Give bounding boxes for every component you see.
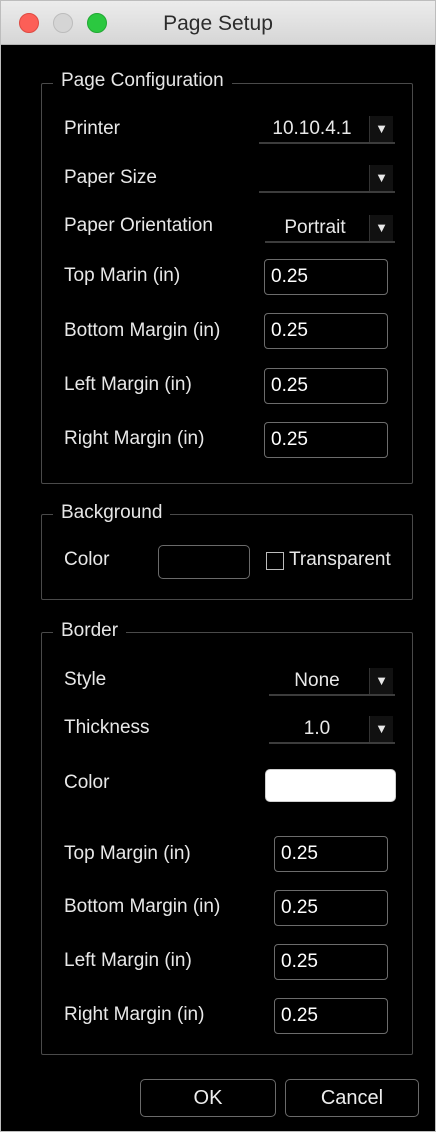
top-margin-field[interactable]: 0.25 — [264, 259, 388, 295]
right-margin-label: Right Margin (in) — [64, 428, 205, 449]
bottom-margin-label: Bottom Margin (in) — [64, 320, 221, 341]
border-left-margin-field[interactable]: 0.25 — [274, 944, 388, 980]
transparent-label: Transparent — [289, 549, 391, 570]
paper-size-label: Paper Size — [64, 167, 157, 188]
border-right-margin-label: Right Margin (in) — [64, 1004, 205, 1025]
border-bottom-margin-field[interactable]: 0.25 — [274, 890, 388, 926]
border-left-margin-label: Left Margin (in) — [64, 950, 192, 971]
paper-orientation-value: Portrait — [284, 217, 346, 238]
window-title: Page Setup — [163, 12, 273, 35]
page-configuration-legend: Page Configuration — [53, 70, 232, 92]
chevron-down-icon[interactable]: ▼ — [369, 215, 393, 241]
chevron-down-icon[interactable]: ▼ — [369, 116, 393, 142]
border-bottom-margin-label: Bottom Margin (in) — [64, 896, 221, 917]
chevron-down-icon[interactable]: ▼ — [369, 716, 393, 742]
title-bar: Page Setup — [1, 1, 435, 45]
printer-value: 10.10.4.1 — [272, 118, 352, 139]
background-color-label: Color — [64, 549, 110, 570]
border-thickness-label: Thickness — [64, 717, 150, 738]
printer-dropdown[interactable]: 10.10.4.1 ▼ — [259, 114, 395, 144]
border-color-swatch[interactable] — [265, 769, 396, 802]
paper-orientation-label: Paper Orientation — [64, 215, 213, 236]
chevron-down-icon[interactable]: ▼ — [369, 668, 393, 694]
left-margin-label: Left Margin (in) — [64, 374, 192, 395]
border-right-margin-field[interactable]: 0.25 — [274, 998, 388, 1034]
background-legend: Background — [53, 502, 171, 524]
border-style-label: Style — [64, 669, 107, 690]
border-thickness-dropdown[interactable]: 1.0 ▼ — [269, 714, 395, 744]
left-margin-field[interactable]: 0.25 — [264, 368, 388, 404]
paper-orientation-dropdown[interactable]: Portrait ▼ — [265, 213, 395, 243]
chevron-down-icon[interactable]: ▼ — [369, 165, 393, 191]
border-thickness-value: 1.0 — [303, 718, 331, 739]
transparent-checkbox[interactable] — [266, 552, 284, 570]
paper-size-dropdown[interactable]: ▼ — [259, 163, 395, 193]
background-color-swatch[interactable] — [158, 545, 250, 579]
border-legend: Border — [53, 620, 127, 642]
border-color-label: Color — [64, 772, 110, 793]
ok-button[interactable]: OK — [140, 1079, 276, 1117]
border-style-dropdown[interactable]: None ▼ — [269, 666, 395, 696]
border-top-margin-label: Top Margin (in) — [64, 843, 191, 864]
top-margin-label: Top Marin (in) — [64, 265, 181, 286]
border-style-value: None — [294, 670, 340, 691]
printer-label: Printer — [64, 118, 120, 139]
border-top-margin-field[interactable]: 0.25 — [274, 836, 388, 872]
bottom-margin-field[interactable]: 0.25 — [264, 313, 388, 349]
page-setup-window: Page Setup Page Configuration Printer 10… — [0, 0, 436, 1132]
right-margin-field[interactable]: 0.25 — [264, 422, 388, 458]
cancel-button[interactable]: Cancel — [285, 1079, 419, 1117]
